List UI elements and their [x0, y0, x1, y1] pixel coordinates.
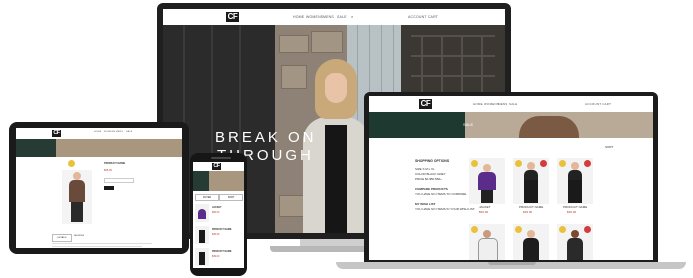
nav-item-home[interactable]: HOME — [293, 15, 304, 19]
product-card[interactable] — [469, 224, 505, 260]
sale-badge-icon — [559, 226, 566, 233]
search-icon[interactable]: ⌕ — [351, 14, 353, 19]
sort-button[interactable]: SORT — [219, 194, 243, 201]
size-select[interactable] — [104, 178, 134, 183]
hero-headline-line1: BREAK ON — [215, 129, 317, 146]
sale-badge-icon — [584, 226, 591, 233]
phone-screen: CF FILTER SORT JACKET $59.00 PRODUCT NAM… — [193, 162, 244, 268]
nav-item-sale[interactable]: SALE — [509, 102, 517, 106]
product-price: $39.00 — [523, 210, 533, 214]
sort-dropdown[interactable]: SORT — [605, 145, 613, 150]
product-card[interactable] — [513, 224, 549, 260]
nav-item-mens[interactable]: MENS — [116, 131, 123, 133]
tab-reviews[interactable]: REVIEWS — [74, 235, 84, 239]
product-price: $65.00 — [104, 169, 112, 172]
list-item-name[interactable]: PRODUCT NAME — [212, 250, 232, 254]
product-card[interactable] — [557, 224, 593, 260]
sidebar-title: SHOPPING OPTIONS — [415, 159, 450, 163]
tab-details[interactable]: DETAILS — [52, 234, 72, 242]
phone-speaker — [211, 157, 231, 159]
list-item-price: $39.00 — [212, 233, 220, 236]
nav-item-mens[interactable]: MENS — [323, 15, 334, 19]
brand-logo[interactable]: CF — [52, 130, 61, 137]
product-price: $59.00 — [479, 210, 489, 214]
list-item-price: $59.00 — [212, 211, 220, 214]
compare-text: YOU HAVE NO ITEMS TO COMPARE. — [415, 192, 468, 196]
description-line — [52, 246, 142, 247]
sale-badge-icon — [471, 160, 478, 167]
nav-item-womens[interactable]: WOMENS — [104, 131, 115, 133]
banner-title: SALE — [463, 122, 474, 127]
brand-logo[interactable]: CF — [212, 163, 221, 170]
product-image — [62, 170, 92, 224]
list-item-price: $39.00 — [212, 255, 220, 258]
sale-badge-icon — [559, 160, 566, 167]
nav-item-sale[interactable]: SALE — [126, 131, 132, 133]
sale-badge-icon — [515, 160, 522, 167]
laptop-screen: CF HOME WOMENS MENS SALE ACCOUNT CART SA… — [369, 96, 653, 260]
nav-item-womens[interactable]: WOMENS — [306, 15, 323, 19]
list-item-name[interactable]: JACKET — [212, 206, 222, 210]
wishlist-text: YOU HAVE NO ITEMS IN YOUR WISH LIST. — [415, 207, 476, 211]
phone-banner — [193, 171, 244, 191]
product-card[interactable]: JACKET $59.00 — [469, 158, 505, 218]
sale-badge-icon — [515, 226, 522, 233]
filter-button[interactable]: FILTER — [195, 194, 219, 201]
nav-item-womens[interactable]: WOMENS — [484, 102, 499, 106]
desktop-header: CF HOME WOMENS MENS SALE ⌕ ACCOUNT CART — [163, 9, 505, 25]
hero-model-top — [325, 125, 347, 233]
sale-badge-icon — [540, 160, 547, 167]
tablet-screen: CF HOME WOMENS MENS SALE PRODUCT NAME $6… — [16, 128, 182, 248]
nav-item-sale[interactable]: SALE — [337, 15, 347, 19]
header-account-cart[interactable]: ACCOUNT CART — [408, 15, 438, 19]
list-item-name[interactable]: PRODUCT NAME — [212, 228, 232, 232]
header-account-cart[interactable]: ACCOUNT CART — [585, 102, 611, 106]
filter-price[interactable]: PRICE $0-$50 $50+ — [415, 177, 442, 182]
nav-item-mens[interactable]: MENS — [498, 102, 507, 106]
list-item-image[interactable] — [195, 204, 209, 222]
category-banner: SALE — [369, 112, 653, 138]
brand-logo[interactable]: CF — [226, 12, 239, 22]
sale-badge-icon — [471, 226, 478, 233]
description-line — [52, 243, 152, 244]
sale-badge-icon — [68, 160, 75, 167]
product-price: $39.00 — [567, 210, 577, 214]
list-item-image[interactable] — [195, 248, 209, 266]
list-item-image[interactable] — [195, 226, 209, 244]
laptop-notch — [488, 262, 536, 265]
add-to-cart-button[interactable] — [104, 186, 114, 190]
tablet-banner — [16, 139, 182, 157]
hero-model-face — [325, 73, 347, 103]
sale-badge-icon — [584, 160, 591, 167]
brand-logo[interactable]: CF — [419, 99, 432, 109]
product-card[interactable]: PRODUCT NAME $39.00 — [557, 158, 593, 218]
product-title: PRODUCT NAME — [104, 162, 126, 165]
product-card[interactable]: PRODUCT NAME $39.00 — [513, 158, 549, 218]
nav-item-home[interactable]: HOME — [473, 102, 483, 106]
nav-item-home[interactable]: HOME — [94, 131, 101, 133]
